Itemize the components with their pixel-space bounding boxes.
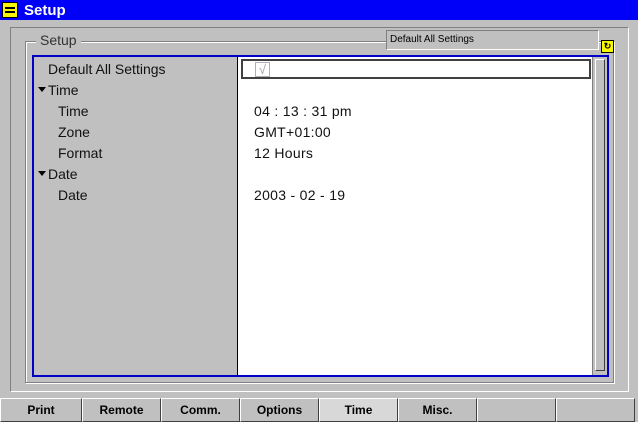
tree-node-time-label: Time [48, 82, 79, 98]
tab-remote[interactable]: Remote [82, 398, 161, 422]
expand-arrow-icon[interactable] [38, 87, 46, 92]
tab-empty-2[interactable] [556, 398, 635, 422]
time-value[interactable]: 04 : 13 : 31 pm [254, 103, 352, 119]
tree-node-time[interactable]: Time [38, 82, 79, 98]
scrollbar-thumb[interactable] [595, 59, 605, 371]
tab-comm[interactable]: Comm. [161, 398, 240, 422]
window-titlebar: Setup [0, 0, 638, 20]
vertical-scrollbar[interactable] [592, 57, 607, 375]
tree-label-default-all-settings[interactable]: Default All Settings [48, 61, 166, 77]
tree-node-date-label: Date [48, 166, 78, 182]
tree-node-date[interactable]: Date [38, 166, 78, 182]
refresh-icon[interactable]: ↻ [601, 40, 614, 53]
tab-print[interactable]: Print [0, 398, 82, 422]
tab-misc[interactable]: Misc. [398, 398, 477, 422]
tree-label-zone[interactable]: Zone [58, 124, 90, 140]
format-value[interactable]: 12 Hours [254, 145, 313, 161]
tree-label-format[interactable]: Format [58, 145, 102, 161]
selected-item-display: Default All Settings [386, 30, 599, 50]
group-label: Setup [36, 32, 81, 48]
zone-value[interactable]: GMT+01:00 [254, 124, 331, 140]
date-value[interactable]: 2003 - 02 - 19 [254, 187, 345, 203]
tree-label-date[interactable]: Date [58, 187, 88, 203]
tab-empty-1[interactable] [477, 398, 556, 422]
tree-labels-column: Default All Settings Time Time Zone Form… [34, 57, 238, 375]
default-all-settings-checkbox[interactable]: √ [255, 62, 270, 77]
window-menu-icon[interactable] [2, 2, 18, 18]
tree-values-column: √ 04 : 13 : 31 pm GMT+01:00 12 Hours 200… [238, 57, 592, 375]
window-title: Setup [24, 1, 66, 19]
tree-label-time[interactable]: Time [58, 103, 89, 119]
settings-tree: Default All Settings Time Time Zone Form… [32, 55, 609, 377]
softkey-bar: Print Remote Comm. Options Time Misc. [0, 398, 638, 422]
tab-time[interactable]: Time [319, 398, 398, 422]
expand-arrow-icon[interactable] [38, 171, 46, 176]
tab-options[interactable]: Options [240, 398, 319, 422]
default-all-settings-cell[interactable]: √ [241, 59, 591, 79]
